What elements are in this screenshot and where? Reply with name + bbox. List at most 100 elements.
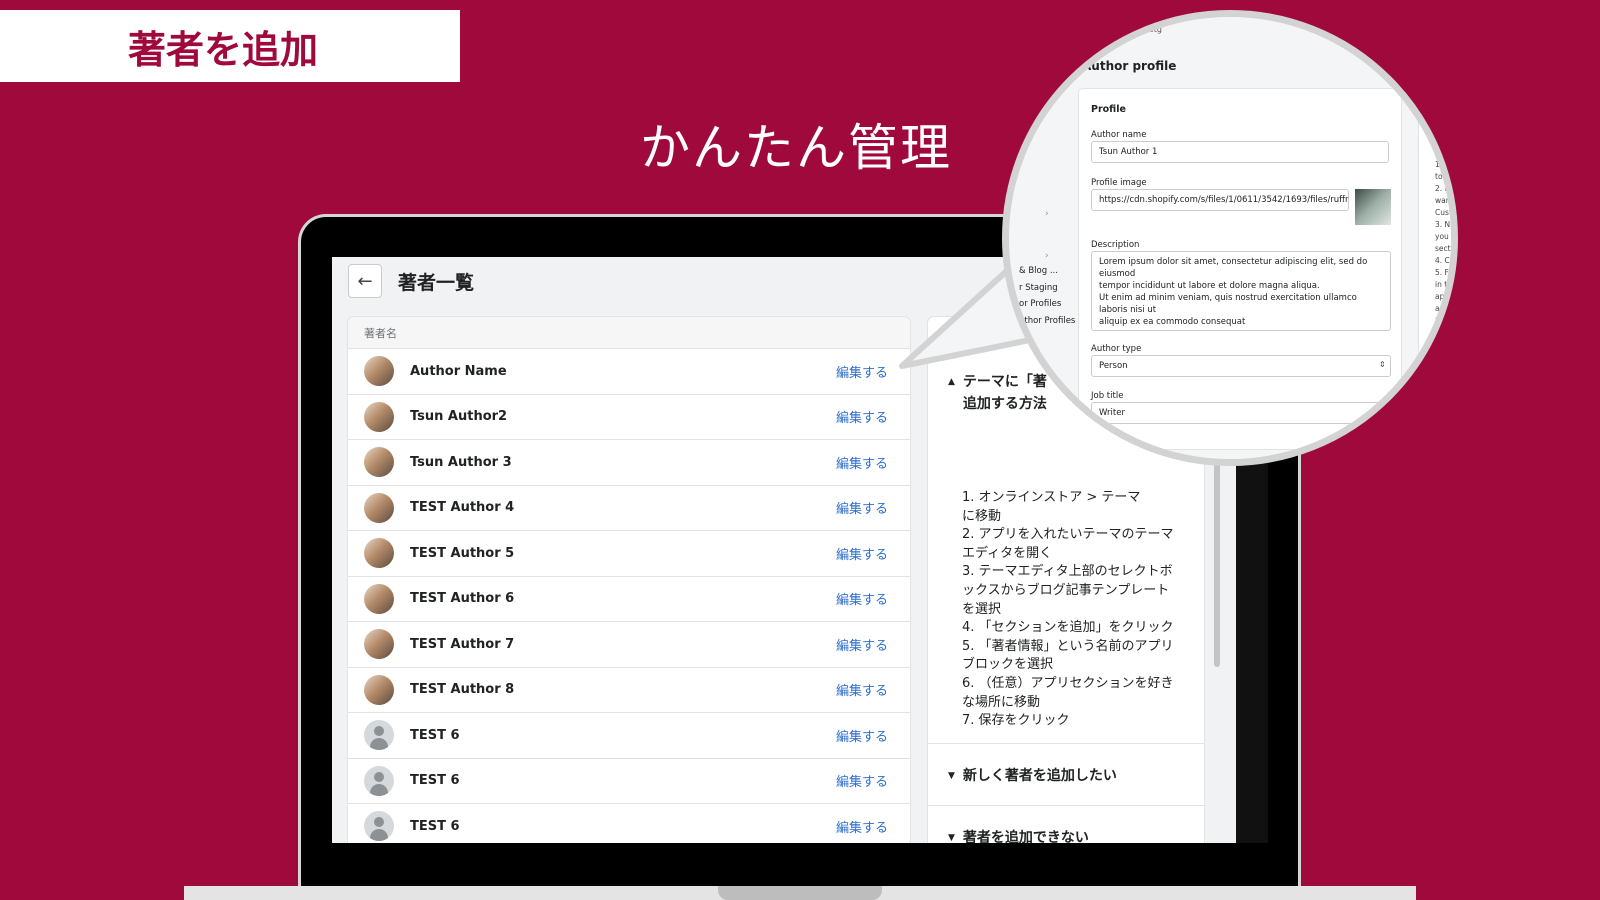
author-row[interactable]: TEST 6 編集する <box>348 804 910 843</box>
author-profile-title: Author profile <box>1082 59 1177 73</box>
job-title-label: Job title <box>1091 391 1124 401</box>
accordion-add-new-author[interactable]: ▼ 新しく著者を追加したい <box>948 765 1117 787</box>
author-list-card: 著者名 Author Name 編集する Tsun Author2 編集する Tsun … <box>348 317 910 843</box>
accordion-title: 新しく著者を追加したい <box>962 768 1117 784</box>
divider <box>928 743 1204 744</box>
edit-link[interactable]: 編集する <box>836 544 888 563</box>
guide-step-line: な場所に移動 <box>962 694 1041 710</box>
author-row[interactable]: TEST 6 編集する <box>348 759 910 804</box>
side-nav-item[interactable]: & Blog ... <box>1019 263 1086 280</box>
author-name: TEST Author 5 <box>410 545 515 561</box>
avatar-placeholder-icon <box>364 720 394 751</box>
avatar-placeholder-icon <box>364 765 394 796</box>
guide-step-line: ックスからブログ記事テンプレート <box>962 582 1170 598</box>
author-avatar <box>364 629 394 660</box>
author-name: TEST 6 <box>410 818 460 834</box>
accordion-cannot-add[interactable]: ▼ 著者を追加できない <box>948 827 1089 843</box>
edit-link[interactable]: 編集する <box>836 726 888 745</box>
author-type-select[interactable]: Person <box>1091 355 1391 377</box>
avatar-placeholder-icon <box>364 811 394 842</box>
author-name-label: Author name <box>1091 130 1147 140</box>
triangle-down-icon: ▼ <box>948 771 955 781</box>
job-title-input[interactable]: Writer <box>1091 402 1391 424</box>
author-row[interactable]: TEST Author 4 編集する <box>348 486 910 531</box>
edit-link[interactable]: 編集する <box>836 817 888 836</box>
edit-link[interactable]: 編集する <box>836 362 888 381</box>
profile-section-title: Profile <box>1091 104 1126 115</box>
author-row[interactable]: Tsun Author2 編集する <box>348 395 910 440</box>
back-button[interactable]: ← <box>348 264 382 298</box>
author-name-input[interactable]: Tsun Author 1 <box>1091 141 1389 163</box>
author-row[interactable]: Tsun Author 3 編集する <box>348 440 910 486</box>
author-name: TEST Author 6 <box>410 591 515 607</box>
author-name: TEST 6 <box>410 727 460 743</box>
author-row[interactable]: TEST Author 7 編集する <box>348 622 910 668</box>
page-header: ← 著者一覧 <box>348 257 474 305</box>
edit-link[interactable]: 編集する <box>836 589 888 608</box>
side-nav-item[interactable]: r Staging <box>1019 280 1086 297</box>
description-textarea[interactable]: Lorem ipsum dolor sit amet, consectetur … <box>1091 251 1391 331</box>
edit-link[interactable]: 編集する <box>836 453 888 472</box>
author-name: TEST Author 7 <box>410 636 515 652</box>
guide-step-line: 7. 保存をクリック <box>962 713 1070 729</box>
author-name: Author Name <box>410 363 507 379</box>
author-avatar <box>364 401 394 432</box>
feature-banner: 著者を追加 <box>0 10 460 82</box>
guide-steps: 1. オンラインストア > テーマ に移動 2. アプリを入れたいテーマのテーマ エデ… <box>962 489 1184 731</box>
headline: かんたん管理 <box>640 119 952 177</box>
author-avatar <box>364 538 394 569</box>
guide-title: ド <box>964 333 980 351</box>
magnifier-lens: es Stg Author profile › › & Blog ... r St… <box>1002 10 1458 466</box>
author-type-label: Author type <box>1091 344 1142 354</box>
guide-step-line: を選択 <box>962 601 1002 617</box>
author-row[interactable]: Author Name 編集する <box>348 349 910 395</box>
edit-link[interactable]: 編集する <box>836 635 888 654</box>
author-row[interactable]: TEST Author 8 編集する <box>348 668 910 713</box>
arrow-left-icon: ← <box>357 270 373 292</box>
side-nav-item[interactable]: uthor Profiles ... <box>1019 313 1086 330</box>
author-row[interactable]: TEST Author 5 編集する <box>348 531 910 577</box>
profile-image-url-input[interactable]: https://cdn.shopify.com/s/files/1/0611/3… <box>1091 189 1349 211</box>
author-row[interactable]: TEST 6 編集する <box>348 713 910 759</box>
author-list: Author Name 編集する Tsun Author2 編集する Tsun Auth… <box>348 349 910 843</box>
guide-step-line: 3. テーマエディタ上部のセレクトボ <box>962 564 1173 580</box>
edit-link[interactable]: 編集する <box>836 680 888 699</box>
description-label: Description <box>1091 240 1140 250</box>
author-avatar <box>364 356 394 387</box>
guide-step-line: に移動 <box>962 508 1002 524</box>
chevron-right-icon[interactable]: › <box>1045 209 1049 219</box>
triangle-up-icon: ▲ <box>948 377 955 387</box>
laptop-notch <box>718 886 882 900</box>
accordion-title: 著者を追加できない <box>962 830 1089 843</box>
mag-topbar-text: es Stg <box>1137 25 1162 34</box>
edit-link[interactable]: 編集する <box>836 771 888 790</box>
author-name: TEST Author 4 <box>410 500 515 516</box>
chevron-right-icon[interactable]: › <box>1045 251 1049 261</box>
guide-step-line: エディタを開く <box>962 545 1053 561</box>
profile-image-label: Profile image <box>1091 178 1147 188</box>
guide-step-line: 5. 「著者情報」という名前のアプリ <box>962 638 1174 654</box>
author-name: TEST 6 <box>410 773 460 789</box>
banner-label: 著者を追加 <box>128 27 319 72</box>
guide-step-line: 1. オンラインストア > テーマ <box>962 490 1141 505</box>
guide-step-line: 2. アプリを入れたいテーマのテーマ <box>962 527 1174 543</box>
author-row[interactable]: TEST Author 6 編集する <box>348 577 910 622</box>
author-avatar <box>364 674 394 705</box>
mag-topbar <box>1009 17 1451 47</box>
side-nav-item[interactable]: or Profiles <box>1019 296 1086 313</box>
guide-step-line: ブロックを選択 <box>962 657 1054 673</box>
guide-step-line: 6. （任意）アプリセクションを好き <box>962 675 1174 691</box>
divider <box>928 805 1204 806</box>
author-avatar <box>364 492 394 523</box>
profile-image-thumbnail <box>1355 189 1391 225</box>
author-name: Tsun Author 3 <box>410 454 512 470</box>
mag-right-text: 1. to t 2. F wan Cust 3. Na you v secti … <box>1435 160 1456 325</box>
triangle-down-icon: ▼ <box>948 833 955 843</box>
author-avatar <box>364 583 394 614</box>
author-avatar <box>364 447 394 478</box>
edit-link[interactable]: 編集する <box>836 407 888 426</box>
edit-link[interactable]: 編集する <box>836 498 888 517</box>
page-title: 著者一覧 <box>398 271 475 294</box>
author-name: TEST Author 8 <box>410 682 515 698</box>
mag-side-nav: & Blog ... r Staging or Profiles uthor Prof… <box>1019 263 1086 329</box>
